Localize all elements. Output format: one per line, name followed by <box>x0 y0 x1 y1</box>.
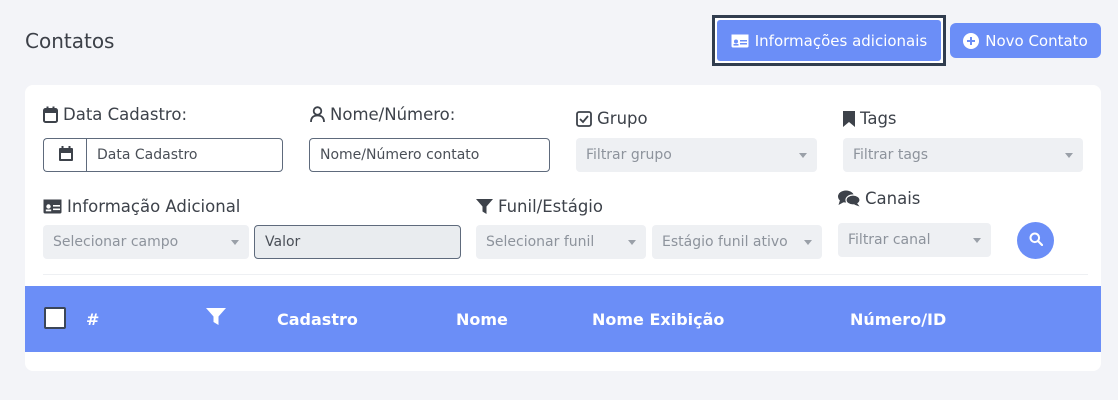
filter-icon <box>476 198 493 215</box>
funnel-select[interactable]: Selecionar funil <box>476 225 646 259</box>
chevron-down-icon <box>799 153 807 158</box>
group-filter-label: Grupo <box>576 109 648 128</box>
id-card-icon <box>43 199 62 214</box>
calendar-icon <box>58 145 73 165</box>
name-filter-label: Nome/Número: <box>310 105 455 124</box>
column-header-nome[interactable]: Nome <box>456 310 508 329</box>
stage-select[interactable]: Estágio funil ativo <box>652 225 822 259</box>
chevron-down-icon <box>1065 153 1073 158</box>
search-button[interactable] <box>1017 222 1054 259</box>
extra-info-filter-label: Informação Adicional <box>43 197 240 216</box>
group-select[interactable]: Filtrar grupo <box>576 138 817 172</box>
additional-info-label: Informações adicionais <box>754 31 928 50</box>
plus-circle-icon <box>963 32 980 49</box>
filters-card: Data Cadastro: Data Cadastro Nome/Número… <box>25 85 1101 371</box>
new-contact-button[interactable]: Novo Contato <box>950 23 1101 58</box>
check-square-icon <box>576 110 592 127</box>
user-icon <box>310 106 325 123</box>
date-field[interactable]: Data Cadastro <box>86 138 283 172</box>
name-number-input[interactable]: Nome/Número contato <box>309 138 550 172</box>
select-all-checkbox[interactable] <box>44 307 66 329</box>
id-card-icon <box>731 34 749 48</box>
chevron-down-icon <box>804 240 812 245</box>
channels-filter-label: Canais <box>838 189 920 208</box>
date-picker-button[interactable] <box>43 138 87 172</box>
channel-select[interactable]: Filtrar canal <box>838 223 991 257</box>
tags-filter-label: Tags <box>843 109 897 128</box>
column-header-numero-id[interactable]: Número/ID <box>850 310 946 329</box>
comments-icon <box>838 190 860 207</box>
bookmark-icon <box>843 110 855 127</box>
chevron-down-icon <box>973 238 981 243</box>
extra-field-select[interactable]: Selecionar campo <box>43 225 249 259</box>
calendar-icon <box>43 106 58 123</box>
table-header: # Cadastro Nome Nome Exibição Número/ID <box>25 286 1101 352</box>
column-header-index[interactable]: # <box>86 310 99 329</box>
tags-select[interactable]: Filtrar tags <box>843 138 1083 172</box>
divider <box>43 274 1088 275</box>
chevron-down-icon <box>231 240 239 245</box>
search-icon <box>1029 231 1043 250</box>
page-title: Contatos <box>25 29 115 53</box>
column-header-nome-exibicao[interactable]: Nome Exibição <box>592 310 724 329</box>
column-header-cadastro[interactable]: Cadastro <box>277 310 358 329</box>
chevron-down-icon <box>628 240 636 245</box>
funnel-filter-label: Funil/Estágio <box>476 197 603 216</box>
extra-value-input[interactable]: Valor <box>254 225 461 259</box>
column-filter-button[interactable] <box>206 308 226 330</box>
filter-icon <box>206 308 226 330</box>
date-filter-label: Data Cadastro: <box>43 105 187 124</box>
additional-info-button[interactable]: Informações adicionais <box>717 20 941 61</box>
new-contact-label: Novo Contato <box>985 31 1088 50</box>
